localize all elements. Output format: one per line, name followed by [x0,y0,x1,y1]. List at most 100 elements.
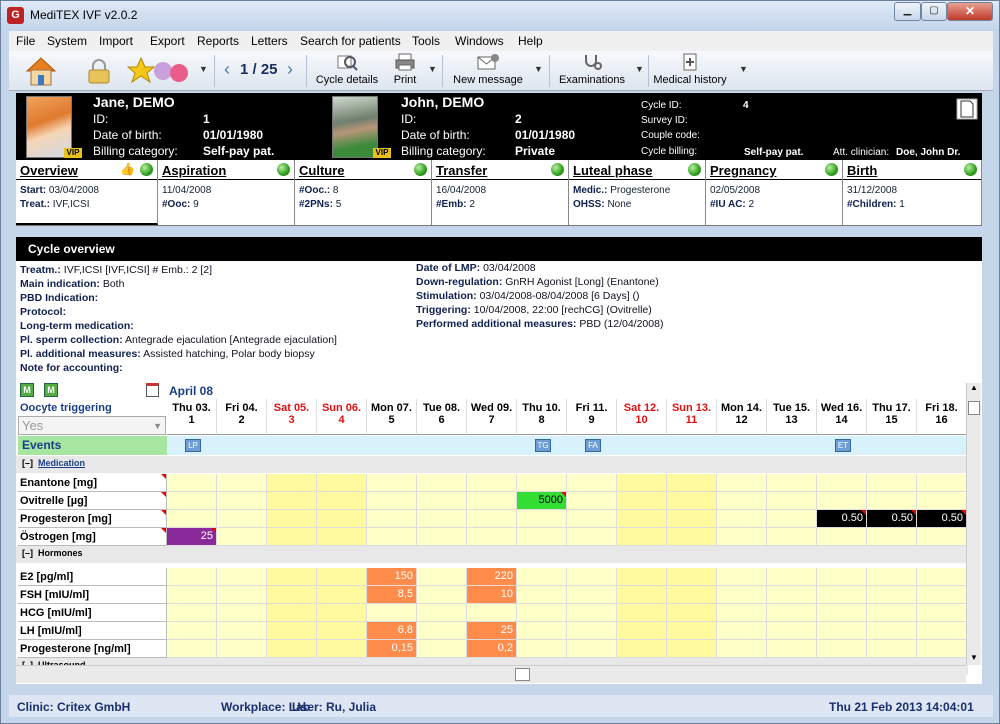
grid-cell[interactable] [567,622,617,640]
print-button[interactable]: Print [387,53,423,86]
grid-cell[interactable] [917,640,967,658]
close-button[interactable]: ✕ [947,2,993,21]
grid-cell[interactable] [267,510,317,528]
grid-cell[interactable] [367,510,417,528]
grid-cell[interactable]: 0,2 [467,640,517,658]
favorites-icon[interactable] [127,55,193,87]
grid-cell[interactable] [267,604,317,622]
tab-pregnancy[interactable]: Pregnancy 02/05/2008 #IU AC: 2 [706,160,843,225]
grid-cell[interactable] [617,568,667,586]
grid-cell[interactable] [217,510,267,528]
grid-cell[interactable] [317,586,367,604]
cycle-details-button[interactable]: Cycle details [314,53,380,86]
oocyte-triggering-select[interactable]: Yes ▼ [18,416,166,435]
grid-cell[interactable] [817,568,867,586]
medical-history-dropdown-icon[interactable]: ▼ [739,64,748,74]
grid-cell[interactable] [167,586,217,604]
menu-help[interactable]: Help [518,34,543,48]
grid-cell[interactable] [667,492,717,510]
grid-cell[interactable] [267,528,317,546]
grid-cell[interactable] [917,622,967,640]
grid-cell[interactable] [317,604,367,622]
male-patient-name[interactable]: John, DEMO [401,94,484,110]
scroll-up-icon[interactable]: ▲ [970,383,978,392]
grid-cell[interactable] [417,510,467,528]
grid-cell[interactable] [167,492,217,510]
tab-culture[interactable]: Culture #Ooc.: 8 #2PNs: 5 [295,160,432,225]
day-header[interactable]: Fri 11. 9 [567,399,617,435]
grid-cell[interactable] [567,604,617,622]
grid-cell[interactable] [167,568,217,586]
maximize-button[interactable]: ▢ [921,2,947,21]
grid-cell[interactable] [767,492,817,510]
grid-cell[interactable] [417,640,467,658]
new-message-button[interactable]: New message [450,53,526,86]
grid-cell[interactable] [667,510,717,528]
day-header[interactable]: Tue 15. 13 [767,399,817,435]
grid-cell[interactable] [517,510,567,528]
grid-cell[interactable] [667,640,717,658]
grid-cell[interactable] [417,474,467,492]
calendar-icon[interactable] [146,383,159,397]
add-medication-icon[interactable]: M [20,383,34,397]
grid-cell[interactable] [417,568,467,586]
male-patient-photo[interactable] [332,96,378,158]
collapse-icon[interactable]: [–] [22,548,33,558]
event-tag-lp[interactable]: LP [185,439,201,452]
app-icon[interactable]: G [7,7,24,24]
grid-cell[interactable] [517,604,567,622]
grid-cell[interactable] [467,604,517,622]
grid-cell[interactable] [817,528,867,546]
document-icon[interactable] [955,97,979,121]
grid-cell[interactable] [567,492,617,510]
day-header[interactable]: Fri 04. 2 [217,399,267,435]
day-header[interactable]: Tue 08. 6 [417,399,467,435]
grid-cell[interactable] [667,622,717,640]
grid-cell[interactable] [767,474,817,492]
day-header[interactable]: Sun 13. 11 [667,399,717,435]
grid-cell[interactable] [567,586,617,604]
grid-cell[interactable] [367,492,417,510]
grid-cell[interactable] [417,622,467,640]
grid-cell[interactable] [417,604,467,622]
grid-cell[interactable] [467,492,517,510]
grid-cell[interactable] [617,528,667,546]
grid-cell[interactable] [917,586,967,604]
grid-cell[interactable] [717,622,767,640]
grid-cell[interactable] [667,604,717,622]
tab-transfer[interactable]: Transfer 16/04/2008 #Emb: 2 [432,160,569,225]
medication-section[interactable]: [–] Medication [16,456,968,473]
grid-cell[interactable] [667,528,717,546]
grid-cell[interactable] [467,510,517,528]
grid-cell[interactable] [917,528,967,546]
day-header[interactable]: Mon 07. 5 [367,399,417,435]
vertical-scroll-thumb[interactable] [968,401,980,415]
grid-cell[interactable]: 150 [367,568,417,586]
grid-cell[interactable] [417,492,467,510]
minimize-button[interactable]: ▁ [894,2,921,21]
grid-cell[interactable] [767,510,817,528]
title-bar[interactable]: G MediTEX IVF v2.0.2 ▁ ▢ ✕ [1,1,999,31]
grid-cell[interactable] [467,474,517,492]
hormones-section[interactable]: [–] Hormones [16,546,968,563]
grid-cell[interactable] [617,640,667,658]
grid-cell[interactable]: 25 [467,622,517,640]
medication-section-label[interactable]: Medication [38,458,85,468]
grid-cell[interactable] [217,528,267,546]
grid-cell[interactable] [867,492,917,510]
grid-cell[interactable] [267,474,317,492]
grid-cell[interactable] [417,586,467,604]
grid-cell[interactable] [617,604,667,622]
grid-cell[interactable] [367,528,417,546]
collapse-icon[interactable]: [–] [22,458,33,468]
lock-icon[interactable] [86,59,112,85]
grid-cell[interactable]: 220 [467,568,517,586]
day-header[interactable]: Thu 10. 8 [517,399,567,435]
grid-cell[interactable] [167,622,217,640]
grid-cell[interactable] [417,528,467,546]
grid-cell[interactable] [867,622,917,640]
grid-cell[interactable] [617,586,667,604]
grid-cell[interactable] [217,568,267,586]
day-header[interactable]: Fri 18. 16 [917,399,967,435]
grid-cell[interactable] [467,528,517,546]
